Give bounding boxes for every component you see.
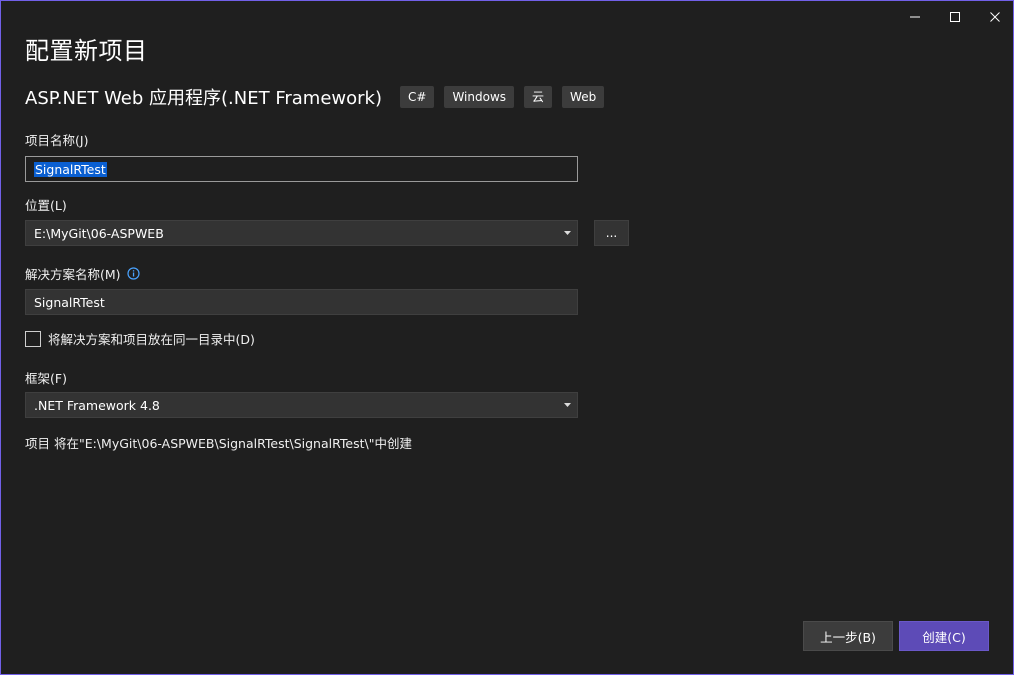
tag-cloud: 云 <box>524 86 553 108</box>
create-button[interactable]: 创建(C) <box>899 621 989 651</box>
maximize-icon <box>950 12 960 22</box>
project-path-info: 项目 将在"E:\MyGit\06-ASPWEB\SignalRTest\Sig… <box>25 436 412 451</box>
framework-label: 框架(F) <box>25 371 67 386</box>
minimize-icon <box>910 16 920 18</box>
project-name-value: SignalRTest <box>34 161 107 177</box>
tag-web: Web <box>562 86 605 108</box>
close-icon <box>990 12 1000 22</box>
solution-name-label-text: 解决方案名称(M) <box>25 267 121 282</box>
browse-button[interactable]: ... <box>594 220 629 246</box>
maximize-button[interactable] <box>937 5 973 29</box>
same-directory-label: 将解决方案和项目放在同一目录中(D) <box>48 332 255 347</box>
tag-csharp: C# <box>400 86 435 108</box>
back-button[interactable]: 上一步(B) <box>803 621 893 651</box>
template-header: ASP.NET Web 应用程序(.NET Framework) C# Wind… <box>25 85 614 109</box>
tag-windows: Windows <box>444 86 515 108</box>
location-combobox[interactable]: E:\MyGit\06-ASPWEB <box>25 220 578 246</box>
configure-project-dialog: 配置新项目 ASP.NET Web 应用程序(.NET Framework) C… <box>0 0 1014 675</box>
chevron-down-icon <box>564 231 571 235</box>
same-directory-option[interactable]: 将解决方案和项目放在同一目录中(D) <box>25 329 255 348</box>
chevron-down-icon <box>564 403 571 407</box>
solution-name-label: 解决方案名称(M) <box>25 264 140 283</box>
location-value: E:\MyGit\06-ASPWEB <box>34 225 164 241</box>
close-button[interactable] <box>977 5 1013 29</box>
info-icon[interactable] <box>126 267 140 280</box>
page-title: 配置新项目 <box>25 37 148 65</box>
template-name: ASP.NET Web 应用程序(.NET Framework) <box>25 88 382 109</box>
framework-value: .NET Framework 4.8 <box>34 397 160 413</box>
project-name-label: 项目名称(J) <box>25 133 89 148</box>
project-name-input[interactable]: SignalRTest <box>25 156 578 182</box>
solution-name-value: SignalRTest <box>34 294 105 310</box>
solution-name-input[interactable]: SignalRTest <box>25 289 578 315</box>
minimize-button[interactable] <box>897 5 933 29</box>
location-label: 位置(L) <box>25 198 67 213</box>
same-directory-checkbox[interactable] <box>25 330 41 347</box>
framework-select[interactable]: .NET Framework 4.8 <box>25 392 578 418</box>
